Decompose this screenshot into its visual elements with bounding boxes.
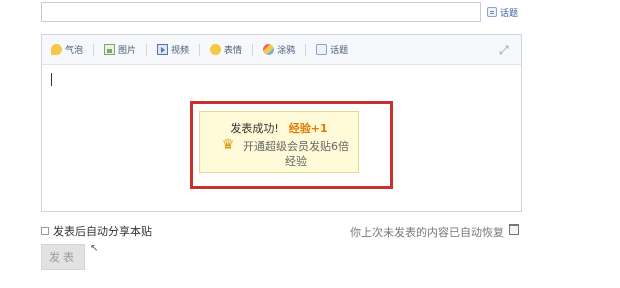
topic-label-top: 话题 (500, 8, 519, 19)
auto-share-checkbox[interactable] (41, 227, 49, 235)
editor-content-area[interactable]: 发表成功! 经验+1 ♛ 开通超级会员发贴6倍 经验 (43, 66, 520, 210)
toolbar-divider (146, 43, 148, 56)
toolbar-doodle-label: 涂鸦 (277, 46, 296, 56)
toolbar-bubble-label: 气泡 (65, 46, 84, 56)
image-icon (104, 44, 116, 55)
emoji-icon (210, 44, 222, 55)
toolbar-emoji-button[interactable]: 表情 (210, 43, 242, 56)
video-icon (157, 44, 169, 55)
editor-toolbar: 气泡 图片 视频 表情 涂鸦 话题 ⤢ (42, 35, 521, 65)
promo-line-1[interactable]: 开通超级会员发贴6倍 (236, 138, 356, 154)
submit-button[interactable]: 发表 (41, 244, 85, 270)
rich-text-editor: 气泡 图片 视频 表情 涂鸦 话题 ⤢ 发表成功! 经验+1 ♛ 开通超级会员发… (41, 34, 522, 212)
promo-line-2[interactable]: 经验 (236, 153, 356, 169)
crown-icon: ♛ (221, 137, 235, 153)
toolbar-video-button[interactable]: 视频 (157, 43, 189, 56)
toolbar-image-label: 图片 (118, 46, 137, 56)
toolbar-divider (305, 43, 307, 56)
mouse-cursor-icon: ↖ (90, 243, 99, 254)
toolbar-topic-label: 话题 (330, 46, 349, 56)
post-editor-page: 话题 气泡 图片 视频 表情 涂鸦 话题 ⤢ 发表成功! 经验+1 ♛ 开通超级… (0, 0, 620, 288)
toolbar-bubble-button[interactable]: 气泡 (51, 43, 83, 56)
toolbar-divider (252, 43, 254, 56)
expand-icon[interactable]: ⤢ (499, 44, 511, 56)
toolbar-emoji-label: 表情 (224, 46, 243, 56)
toolbar-topic-button[interactable]: 话题 (316, 43, 348, 56)
title-input[interactable] (41, 2, 481, 22)
toolbar-divider (199, 43, 201, 56)
toolbar-image-button[interactable]: 图片 (104, 43, 136, 56)
trash-icon[interactable] (509, 224, 519, 235)
post-success-popup: 发表成功! 经验+1 ♛ 开通超级会员发贴6倍 经验 (199, 111, 359, 173)
topic-link-top[interactable]: 话题 (487, 5, 518, 19)
restore-note: 你上次未发表的内容已自动恢复 (350, 226, 504, 239)
toolbar-video-label: 视频 (171, 46, 190, 56)
auto-share-option[interactable]: 发表后自动分享本贴 (41, 223, 152, 239)
doodle-icon (263, 44, 275, 55)
auto-share-label: 发表后自动分享本贴 (53, 225, 152, 238)
bubble-icon (51, 44, 62, 55)
toolbar-doodle-button[interactable]: 涂鸦 (263, 43, 295, 56)
text-caret (51, 73, 52, 86)
success-message: 发表成功! (230, 122, 279, 135)
toolbar-divider (93, 43, 95, 56)
topic-icon (487, 7, 497, 17)
exp-gain: 经验+1 (288, 122, 328, 135)
topic-icon (316, 44, 328, 55)
popup-title: 发表成功! 经验+1 (200, 120, 358, 136)
